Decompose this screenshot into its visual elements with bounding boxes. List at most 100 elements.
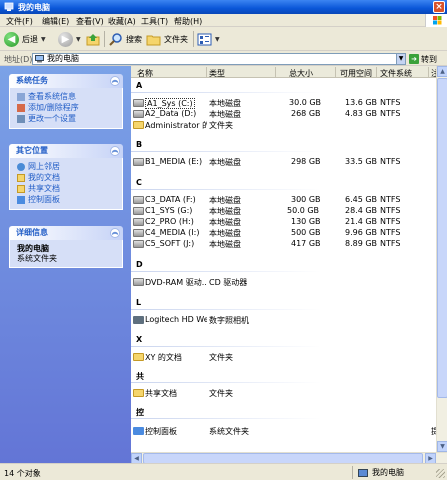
task-label: 更改一个设置 (28, 114, 76, 123)
windows-logo-icon (425, 14, 447, 27)
scroll-down-button[interactable]: ▼ (437, 441, 447, 452)
place-my-documents[interactable]: 我的文档 (17, 172, 118, 183)
go-arrow-icon: ➜ (409, 54, 419, 64)
table-row[interactable]: Logitech HD Web... 数字照相机 (131, 315, 447, 325)
menu-view[interactable]: 查看(V) (76, 16, 104, 27)
col-divider[interactable] (428, 67, 429, 77)
views-button[interactable]: ▼ (197, 30, 220, 48)
place-network[interactable]: 网上邻居 (17, 161, 118, 172)
drive-total: 268 GB (291, 109, 321, 118)
hard-drive-icon (133, 218, 144, 226)
hard-drive-icon (133, 229, 144, 237)
status-divider (352, 466, 353, 479)
scroll-up-button[interactable]: ▲ (437, 66, 447, 77)
table-row[interactable]: 共享文档 文件夹 (131, 388, 447, 398)
place-control-panel[interactable]: 控制面板 (17, 194, 118, 205)
col-total-size[interactable]: 总大小 (289, 68, 313, 79)
control-panel-icon (133, 427, 144, 435)
file-list: 名称 类型 总大小 可用空间 文件系统 注释 A A1_Sys (C:) 本地磁… (131, 66, 447, 463)
table-row[interactable]: C5_SOFT (J:) 本地磁盘 417 GB 8.89 GB NTFS (131, 239, 447, 249)
menu-edit[interactable]: 编辑(E) (42, 16, 69, 27)
back-dropdown-icon[interactable]: ▼ (41, 36, 46, 43)
folder-type: 文件夹 (209, 353, 233, 362)
drive-type: 本地磁盘 (209, 240, 241, 249)
vertical-scrollbar[interactable]: ▲ ▼ (436, 66, 447, 452)
folder-type: 文件夹 (209, 121, 233, 130)
back-button[interactable]: ◀ 后退 ▼ (4, 30, 46, 48)
hard-drive-icon (133, 158, 144, 166)
drive-free: 4.83 GB (345, 109, 378, 118)
table-row[interactable]: XY 的文档 文件夹 (131, 352, 447, 362)
search-button[interactable]: 搜索 (108, 30, 142, 48)
table-row[interactable]: 控制面板 系统文件夹 提供 (131, 426, 447, 436)
table-row[interactable]: C1_SYS (G:) 本地磁盘 50.0 GB 28.4 GB NTFS (131, 206, 447, 216)
menu-help[interactable]: 帮助(H) (174, 16, 202, 27)
drive-name: C2_PRO (H:) (145, 217, 194, 226)
details-header[interactable]: 详细信息 ︽ (9, 226, 123, 240)
webcam-icon (133, 316, 144, 324)
drive-type: CD 驱动器 (209, 278, 248, 287)
col-type[interactable]: 类型 (209, 68, 225, 79)
forward-dropdown-icon[interactable]: ▼ (76, 36, 81, 43)
table-row[interactable]: C3_DATA (F:) 本地磁盘 300 GB 6.45 GB NTFS (131, 195, 447, 205)
close-button[interactable]: × (433, 1, 445, 13)
table-row[interactable]: A2_Data (D:) 本地磁盘 268 GB 4.83 GB NTFS (131, 109, 447, 119)
drive-type: 本地磁盘 (209, 158, 241, 167)
collapse-chevron-icon[interactable]: ︽ (110, 146, 120, 156)
drive-name: DVD-RAM 驱动... (145, 278, 207, 287)
drive-type: 本地磁盘 (209, 110, 241, 119)
views-dropdown-icon[interactable]: ▼ (215, 36, 220, 43)
forward-button[interactable]: ▶ ▼ (58, 30, 81, 48)
object-count: 14 个对象 (4, 469, 41, 478)
collapse-chevron-icon[interactable]: ︽ (110, 228, 120, 238)
menu-tools[interactable]: 工具(T) (141, 16, 168, 27)
menu-file[interactable]: 文件(F) (6, 16, 33, 27)
col-free-space[interactable]: 可用空间 (340, 68, 372, 79)
drive-fs: NTFS (380, 157, 401, 166)
col-divider[interactable] (206, 67, 207, 77)
other-places-header[interactable]: 其它位置 ︽ (9, 144, 123, 158)
dvd-drive-icon (133, 278, 144, 286)
folders-label: 文件夹 (164, 34, 188, 44)
table-row[interactable]: C4_MEDIA (I:) 本地磁盘 500 GB 9.96 GB NTFS (131, 228, 447, 238)
drive-name: C1_SYS (G:) (145, 206, 193, 215)
place-shared-documents[interactable]: 共享文档 (17, 183, 118, 194)
drive-fs: NTFS (380, 98, 401, 107)
drive-name: C4_MEDIA (I:) (145, 228, 200, 237)
group-header: A (136, 81, 143, 90)
resize-grip[interactable] (436, 469, 445, 478)
collapse-chevron-icon[interactable]: ︽ (110, 76, 120, 86)
task-change-setting[interactable]: 更改一个设置 (17, 113, 118, 124)
drive-free: 21.4 GB (345, 217, 378, 226)
table-row[interactable]: Administrator 的... 文件夹 (131, 120, 447, 130)
group-header: C (136, 178, 142, 187)
table-row[interactable]: DVD-RAM 驱动... CD 驱动器 (131, 277, 447, 287)
place-label: 我的文档 (28, 173, 60, 182)
other-places-title: 其它位置 (16, 146, 48, 155)
menu-bar: 文件(F) 编辑(E) 查看(V) 收藏(A) 工具(T) 帮助(H) (0, 14, 447, 27)
group-divider (131, 271, 321, 272)
table-row[interactable]: A1_Sys (C:) 本地磁盘 30.0 GB 13.6 GB NTFS (131, 98, 447, 109)
up-folder-button[interactable] (86, 30, 101, 48)
menu-favorites[interactable]: 收藏(A) (108, 16, 136, 27)
drive-fs: NTFS (380, 195, 401, 204)
go-button[interactable]: ➜ 转到 (409, 53, 437, 65)
horizontal-scrollbar[interactable]: ◀ ▶ (131, 452, 447, 464)
address-field[interactable]: 我的电脑 (32, 53, 404, 65)
col-divider[interactable] (335, 67, 336, 77)
col-divider[interactable] (275, 67, 276, 77)
address-dropdown-button[interactable]: ▼ (396, 53, 406, 65)
folders-button[interactable]: 文件夹 (146, 30, 188, 48)
col-file-system[interactable]: 文件系统 (380, 68, 412, 79)
table-row[interactable]: C2_PRO (H:) 本地磁盘 130 GB 21.4 GB NTFS (131, 217, 447, 227)
scroll-thumb[interactable] (437, 78, 447, 398)
col-name[interactable]: 名称 (137, 68, 153, 79)
table-row[interactable]: B1_MEDIA (E:) 本地磁盘 298 GB 33.5 GB NTFS (131, 157, 447, 167)
folder-icon (146, 35, 161, 45)
task-add-remove-programs[interactable]: 添加/删除程序 (17, 102, 118, 113)
task-view-system-info[interactable]: 查看系统信息 (17, 91, 118, 102)
details-type: 系统文件夹 (17, 254, 57, 263)
title-bar: 我的电脑 × (0, 0, 447, 14)
system-tasks-header[interactable]: 系统任务 ︽ (9, 74, 123, 88)
col-divider[interactable] (376, 67, 377, 77)
